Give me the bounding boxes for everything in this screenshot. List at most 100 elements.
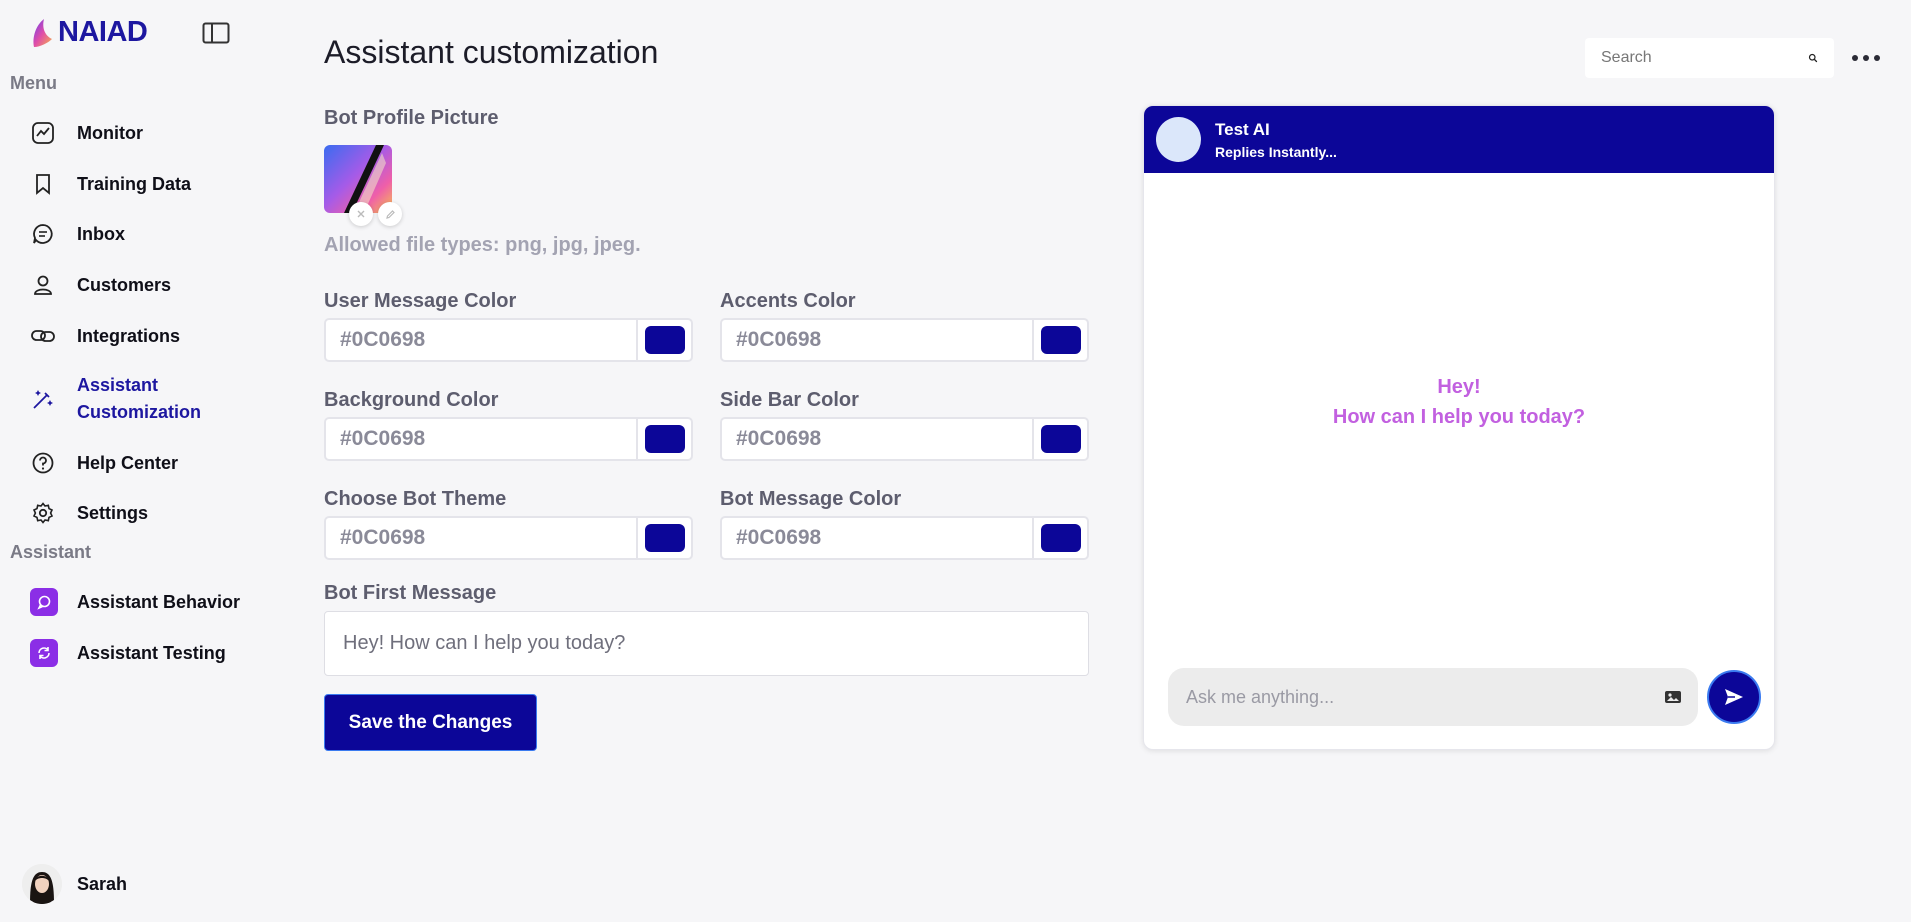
- sidebar-item-label: Help Center: [77, 452, 179, 473]
- welcome-message: Hey! How can I help you today?: [1144, 372, 1774, 432]
- chat-preview: Test AI Replies Instantly... Hey! How ca…: [1143, 105, 1775, 750]
- color-swatch: [1040, 425, 1081, 453]
- first-message-label: Bot First Message: [324, 582, 497, 604]
- refresh-icon: [30, 639, 58, 667]
- side-bar-color-field[interactable]: #0C0698: [720, 417, 1089, 461]
- page-title: Assistant customization: [324, 34, 659, 70]
- sidebar-item-training-data[interactable]: Training Data: [30, 171, 191, 197]
- sidebar-item-settings[interactable]: Settings: [30, 500, 148, 526]
- menu-section-label: Menu: [10, 73, 57, 93]
- color-swatch: [644, 326, 685, 354]
- color-value: #0C0698: [736, 427, 822, 450]
- sidebar-item-assistant-behavior[interactable]: Assistant Behavior: [30, 588, 240, 616]
- sidebar-item-customers[interactable]: Customers: [30, 272, 171, 298]
- user-profile[interactable]: Sarah: [22, 864, 127, 904]
- avatar: [22, 864, 62, 904]
- sidebar: NAIAD Menu Monitor Training Data Inbox C…: [0, 0, 290, 922]
- bot-theme-field[interactable]: #0C0698: [324, 516, 693, 560]
- sidebar-item-label: Training Data: [77, 173, 192, 194]
- field-label: Background Color: [324, 389, 499, 411]
- color-value: #0C0698: [340, 328, 426, 351]
- remove-picture-button[interactable]: [349, 202, 373, 226]
- link-icon: [30, 323, 56, 349]
- sidebar-item-assistant-testing[interactable]: Assistant Testing: [30, 639, 226, 667]
- image-icon[interactable]: [1664, 689, 1682, 705]
- color-swatch: [644, 425, 685, 453]
- field-label: User Message Color: [324, 290, 517, 312]
- sidebar-item-label: Integrations: [77, 325, 181, 346]
- user-icon: [30, 272, 56, 298]
- sidebar-item-label: Assistant Customization: [77, 372, 201, 426]
- edit-picture-button[interactable]: [378, 202, 402, 226]
- bookmark-icon: [30, 171, 56, 197]
- field-label: Choose Bot Theme: [324, 488, 507, 510]
- more-options-button[interactable]: [1852, 48, 1880, 68]
- color-picker-button[interactable]: [1032, 518, 1087, 558]
- sidebar-item-assistant-customization[interactable]: Assistant Customization: [30, 372, 201, 426]
- chat-input-placeholder: Ask me anything...: [1186, 686, 1335, 707]
- sidebar-item-label: Settings: [77, 502, 149, 523]
- bot-message-color-field[interactable]: #0C0698: [720, 516, 1089, 560]
- field-label: Side Bar Color: [720, 389, 859, 411]
- sidebar-item-monitor[interactable]: Monitor: [30, 120, 143, 146]
- sidebar-item-help-center[interactable]: Help Center: [30, 450, 178, 476]
- allowed-file-types-hint: Allowed file types: png, jpg, jpeg.: [324, 234, 641, 256]
- sidebar-item-label: Assistant Testing: [77, 642, 226, 663]
- user-message-color-field[interactable]: #0C0698: [324, 318, 693, 362]
- dot-icon: [1852, 55, 1858, 61]
- brand-name: NAIAD: [58, 16, 148, 48]
- magic-wand-icon: [30, 386, 56, 412]
- color-picker-button[interactable]: [1032, 320, 1087, 360]
- color-value: #0C0698: [340, 526, 426, 549]
- chat-input[interactable]: Ask me anything...: [1168, 668, 1698, 726]
- user-name: Sarah: [77, 873, 128, 894]
- field-label: Bot Message Color: [720, 488, 902, 510]
- sidebar-item-label: Assistant Behavior: [77, 591, 241, 612]
- color-picker-button[interactable]: [1032, 419, 1087, 459]
- color-picker-button[interactable]: [636, 320, 691, 360]
- sidebar-item-label: Inbox: [77, 223, 125, 244]
- chat-bubble-icon: [30, 588, 58, 616]
- search-input[interactable]: [1601, 49, 1808, 67]
- accents-color-field[interactable]: #0C0698: [720, 318, 1089, 362]
- background-color-field[interactable]: #0C0698: [324, 417, 693, 461]
- sidebar-item-label-line2: Customization: [77, 402, 201, 422]
- search-icon[interactable]: [1808, 48, 1818, 68]
- send-icon: [1725, 689, 1743, 705]
- logo-mark-icon: [33, 18, 52, 47]
- profile-picture-label: Bot Profile Picture: [324, 107, 499, 129]
- chat-header: Test AI Replies Instantly...: [1144, 106, 1774, 173]
- search-box[interactable]: [1585, 38, 1834, 78]
- save-button[interactable]: Save the Changes: [324, 694, 537, 751]
- dot-icon: [1863, 55, 1869, 61]
- welcome-line-1: Hey!: [1437, 376, 1481, 398]
- sidebar-item-label: Customers: [77, 274, 172, 295]
- bot-avatar: [1156, 117, 1201, 162]
- field-label: Accents Color: [720, 290, 856, 312]
- first-message-input[interactable]: Hey! How can I help you today?: [324, 611, 1089, 676]
- bot-info: Test AI Replies Instantly...: [1215, 120, 1337, 160]
- naiad-logo[interactable]: NAIAD: [30, 16, 148, 49]
- welcome-line-2: How can I help you today?: [1332, 406, 1586, 428]
- color-swatch: [1040, 326, 1081, 354]
- color-swatch: [1040, 524, 1081, 552]
- sidebar-item-integrations[interactable]: Integrations: [30, 323, 180, 349]
- sidebar-toggle-icon: [202, 22, 230, 44]
- sidebar-toggle-button[interactable]: [201, 20, 231, 46]
- close-icon: [357, 210, 365, 218]
- color-value: #0C0698: [340, 427, 426, 450]
- help-circle-icon: [30, 450, 56, 476]
- chat-icon: [30, 221, 56, 247]
- sidebar-item-label-line1: Assistant: [77, 375, 159, 395]
- color-value: #0C0698: [736, 526, 822, 549]
- pencil-icon: [385, 209, 395, 219]
- bot-status: Replies Instantly...: [1215, 143, 1337, 160]
- chart-line-icon: [30, 120, 56, 146]
- color-picker-button[interactable]: [636, 518, 691, 558]
- color-swatch: [644, 524, 685, 552]
- sidebar-item-inbox[interactable]: Inbox: [30, 221, 125, 247]
- color-picker-button[interactable]: [636, 419, 691, 459]
- gear-icon: [30, 500, 56, 526]
- color-value: #0C0698: [736, 328, 822, 351]
- send-button[interactable]: [1707, 670, 1761, 724]
